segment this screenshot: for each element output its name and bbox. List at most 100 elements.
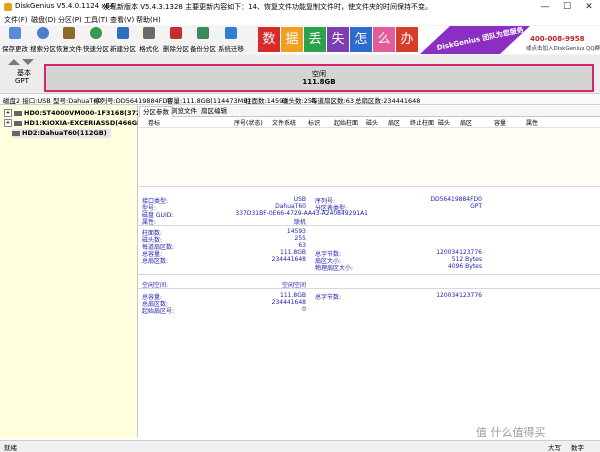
banner-qq: 或点击加入DiskGenius QQ群 [526,46,600,52]
menu-file[interactable]: 文件(F) [4,15,28,25]
phys-sector-label: 物理扇区大小: [315,265,354,272]
cylinders-value: 14593 [286,228,306,235]
col-head[interactable]: 磁头 [366,118,378,127]
banner-tile: 办 [396,27,418,52]
sector-size-value: 512 Bytes [451,256,482,263]
menu-view[interactable]: 查看(V) [110,15,134,25]
col-end-head[interactable]: 磁头 [438,118,450,127]
partition-table-body[interactable] [138,128,600,187]
toolbar-label: 恢复文件 [56,45,82,53]
ptype-value: GPT [470,203,482,210]
banner-tile: 数 [258,27,280,52]
col-volume[interactable]: 卷标 [148,118,160,127]
format-button[interactable]: 格式化 [136,26,162,54]
tab-sector-edit[interactable]: 扇区编辑 [198,106,230,116]
interface-value: USB [293,196,306,203]
phys-sector-value: 4096 Bytes [447,263,482,270]
separator [138,288,600,289]
col-id[interactable]: 标识 [308,118,320,127]
toolbar-label: 备份分区 [190,45,216,53]
separator [138,225,600,226]
format-icon [143,27,155,39]
col-attribute[interactable]: 属性 [526,118,538,127]
quick-partition-icon [90,27,102,39]
close-button[interactable]: ✕ [578,0,600,14]
menu-help[interactable]: 帮助(H) [136,15,161,25]
start-sector-value: 0 [302,306,306,313]
new-partition-button[interactable]: 新建分区 [110,26,136,54]
status-bar: 就绪 大写 数字 [0,440,600,452]
tree-node-label: HD1:KIOXIA-EXCERIASSD(466GB) [24,119,146,127]
tab-browse-files[interactable]: 浏览文件 [168,106,200,116]
sectors-value: 234441648 [271,256,306,263]
search-partition-icon [37,27,49,39]
save-changes-button[interactable]: 保存更改 [2,26,28,54]
disk-sectors: 总扇区数:234441648 [355,97,421,105]
col-capacity[interactable]: 容量 [494,118,506,127]
tree-node-label: HD2:DahuaT60(112GB) [22,129,107,137]
disk-info-bar: 磁盘2 接口:USB 型号:DahuaT60 序列号:DD56419884FD0… [0,93,600,105]
sectors-label: 总扇区数: [142,258,169,265]
expand-icon[interactable]: + [4,119,12,127]
tree-node-hd2[interactable]: HD2:DahuaT60(112GB) [12,129,111,138]
nav-prev-icon [8,59,20,65]
disk-spt: 每道扇区数:63 [311,97,354,105]
tree-node-hd0[interactable]: + HD0:ST4000VM000-1F3168(3726GB) [4,109,158,118]
recover-files-button[interactable]: 恢复文件 [56,26,82,54]
quick-partition-button[interactable]: 快速分区 [83,26,109,54]
partition-table-header: 卷标 序号(状态) 文件系统 标识 起始柱面 磁头 扇区 终止柱面 磁头 扇区 … [138,117,600,128]
disk-capacity: 容量:111.8GB(114473MB) [167,97,251,105]
new-partition-icon [117,27,129,39]
disk-tree: + HD0:ST4000VM000-1F3168(3726GB) + HD1:KIO… [0,105,158,438]
maximize-button[interactable]: ☐ [556,0,578,14]
menu-disk[interactable]: 磁盘(D) [31,15,56,25]
toolbar-label: 删除分区 [163,45,189,53]
free-space-bar[interactable]: 空闲 111.8GB [44,64,594,92]
partition-table-label: GPT [15,77,29,85]
system-migrate-button[interactable]: 系统迁移 [218,26,244,54]
banner-tile: 么 [373,27,395,52]
spt-value: 63 [298,242,306,249]
save-icon [9,27,21,39]
menu-tools[interactable]: 工具(T) [84,15,108,25]
backup-partition-button[interactable]: 备份分区 [190,26,216,54]
col-start-cyl[interactable]: 起始柱面 [334,118,358,127]
search-partition-button[interactable]: 搜索分区 [30,26,56,54]
toolbar-label: 系统迁移 [218,45,244,53]
free-bytes-value: 120034123776 [436,292,482,299]
app-icon [4,3,12,11]
title-bar: DiskGenius V5.4.0.1124 x64 发现新版本 V5.4.3.… [0,0,600,15]
disk-icon [14,110,22,116]
backup-partition-icon [197,27,209,39]
disk-interface: 磁盘2 接口:USB [3,97,51,105]
disk-icon [12,130,20,136]
col-index[interactable]: 序号(状态) [234,118,263,127]
banner-tile: 怎 [350,27,372,52]
col-sector[interactable]: 扇区 [388,118,400,127]
banner-tile: 丢 [304,27,326,52]
heads-value: 255 [294,235,306,242]
free-bytes-label: 总字节数: [315,294,342,301]
col-end-cyl[interactable]: 终止柱面 [410,118,434,127]
serial-value: DD56419884FD0 [430,196,482,203]
expand-icon[interactable]: + [4,109,12,117]
col-filesystem[interactable]: 文件系统 [272,118,296,127]
delete-partition-icon [170,27,182,39]
minimize-button[interactable]: — [534,0,556,14]
menu-partition[interactable]: 分区(P) [58,15,82,25]
toolbar-label: 快速分区 [83,45,109,53]
banner-tile: 失 [327,27,349,52]
delete-partition-button[interactable]: 删除分区 [163,26,189,54]
disk-nav-arrows[interactable] [6,58,36,66]
watermark: 值 什么值得买 [476,426,546,439]
tree-node-hd1[interactable]: + HD1:KIOXIA-EXCERIASSD(466GB) [4,119,145,128]
window-title: DiskGenius V5.4.0.1124 x64 [15,2,115,10]
separator [138,274,600,275]
model-value: DahuaT60 [275,203,306,210]
update-notice[interactable]: 发现新版本 V5.4.3.1328 主要更新内容如下：14、恢复文件功能复制文件… [103,2,432,12]
tab-bar: 分区参数 浏览文件 扇区编辑 [138,106,600,117]
col-end-sector[interactable]: 扇区 [460,118,472,127]
menu-bar: 文件(F) 磁盘(D) 分区(P) 工具(T) 查看(V) 帮助(H) [0,14,600,25]
promo-banner[interactable]: 数 据 丢 失 怎 么 办 DiskGenius 团队为您服务 400-008-… [258,26,600,54]
disk-serial: 序列号:DD56419884FD0 [94,97,172,105]
